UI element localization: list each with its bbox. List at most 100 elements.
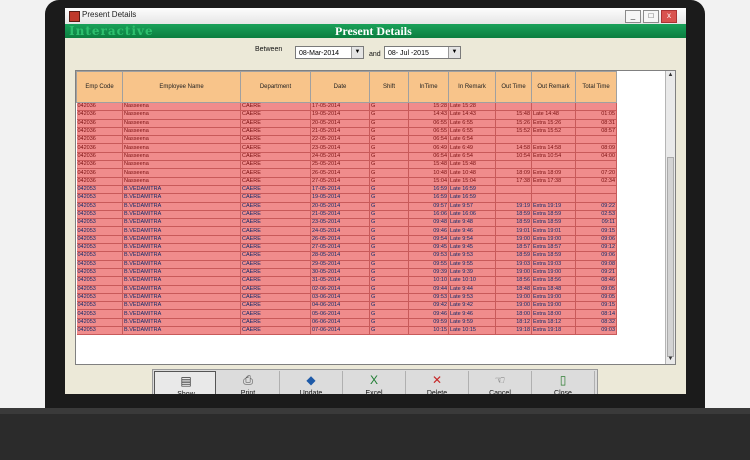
table-row[interactable]: 042053 B.VEDAMITRA CAERE 26-05-2014 G 09:54 La… xyxy=(76,235,617,245)
table-row[interactable]: 042036 Nasseena CAERE 25-05-2014 G 15:48 Late … xyxy=(76,160,617,170)
table-cell: B.VEDAMITRA xyxy=(122,260,241,269)
close-window-button[interactable]: x xyxy=(661,10,677,23)
table-cell: 042053 xyxy=(76,276,123,286)
table-row[interactable]: 042053 B.VEDAMITRA CAERE 20-05-2014 G 09:57 La… xyxy=(76,202,617,211)
table-cell: 15:52 xyxy=(495,127,532,137)
column-header[interactable]: Out Time xyxy=(495,71,532,103)
excel-button[interactable]: X Excel xyxy=(343,371,406,394)
table-cell: 042036 xyxy=(76,160,123,170)
scroll-up-icon[interactable]: ▲ xyxy=(666,71,675,80)
table-cell: 14:58 xyxy=(495,143,532,153)
table-cell: CAERE xyxy=(240,318,311,328)
column-header[interactable]: InTime xyxy=(408,71,449,103)
column-header[interactable]: Shift xyxy=(369,71,409,103)
table-cell: 15:04 xyxy=(408,177,449,186)
chevron-down-icon[interactable]: ▼ xyxy=(448,47,460,58)
table-cell: 042053 xyxy=(76,185,123,195)
table-cell: 06:49 xyxy=(408,143,449,153)
table-cell: Late 9:54 xyxy=(448,235,496,245)
table-row[interactable]: 042053 B.VEDAMITRA CAERE 04-06-2014 G 09:42 La… xyxy=(76,301,617,311)
table-cell xyxy=(495,193,532,203)
show-button[interactable]: ▤ Show xyxy=(154,371,216,394)
table-cell: Extra 18:56 xyxy=(531,276,576,286)
table-cell: Late 9:55 xyxy=(448,260,496,269)
table-row[interactable]: 042036 Nasseena CAERE 24-05-2014 G 06:54 Late … xyxy=(76,152,617,162)
table-row[interactable]: 042053 B.VEDAMITRA CAERE 27-05-2014 G 09:45 La… xyxy=(76,243,617,253)
table-row[interactable]: 042036 Nasseena CAERE 21-05-2014 G 06:55 Late … xyxy=(76,127,617,137)
update-button[interactable]: ◆ Update xyxy=(280,371,343,394)
table-row[interactable]: 042053 B.VEDAMITRA CAERE 28-05-2014 G 09:53 La… xyxy=(76,251,617,261)
table-row[interactable]: 042053 B.VEDAMITRA CAERE 17-05-2014 G 16:59 La… xyxy=(76,185,617,195)
delete-button[interactable]: ✕ Delete xyxy=(406,371,469,394)
column-header[interactable]: Date xyxy=(310,71,370,103)
table-cell: Extra 19:00 xyxy=(531,235,576,245)
table-row[interactable]: 042036 Nasseena CAERE 19-05-2014 G 14:43 Late … xyxy=(76,110,617,120)
from-date-picker[interactable]: 08-Mar-2014 ▼ xyxy=(295,46,364,59)
vertical-scrollbar[interactable]: ▲ ▼ xyxy=(665,71,675,364)
table-row[interactable]: 042036 Nasseena CAERE 20-05-2014 G 06:55 Late … xyxy=(76,119,617,128)
column-header[interactable]: Total Time xyxy=(575,71,617,103)
table-cell: G xyxy=(369,276,409,286)
table-row[interactable]: 042053 B.VEDAMITRA CAERE 21-05-2014 G 16:06 La… xyxy=(76,210,617,220)
table-cell xyxy=(495,102,532,112)
table-cell: Nasseena xyxy=(122,102,241,112)
table-row[interactable]: 042053 B.VEDAMITRA CAERE 19-05-2014 G 16:59 La… xyxy=(76,193,617,203)
table-cell: 09:46 xyxy=(408,309,449,319)
minimize-button[interactable]: _ xyxy=(625,10,641,23)
table-cell: 28-05-2014 xyxy=(310,251,370,261)
table-cell: Nasseena xyxy=(122,160,241,170)
table-cell: CAERE xyxy=(240,251,311,261)
table-row[interactable]: 042036 Nasseena CAERE 27-05-2014 G 15:04 Late … xyxy=(76,177,617,186)
column-header[interactable]: Out Remark xyxy=(531,71,576,103)
table-cell: G xyxy=(369,193,409,203)
column-header[interactable]: In Remark xyxy=(448,71,496,103)
table-cell: CAERE xyxy=(240,202,311,211)
table-cell: 29-05-2014 xyxy=(310,260,370,269)
table-row[interactable]: 042036 Nasseena CAERE 23-05-2014 G 06:49 Late … xyxy=(76,143,617,153)
table-row[interactable]: 042036 Nasseena CAERE 22-05-2014 G 06:54 Late … xyxy=(76,135,617,145)
table-row[interactable]: 042053 B.VEDAMITRA CAERE 07-06-2014 G 10:15 La… xyxy=(76,326,617,336)
table-cell: CAERE xyxy=(240,135,311,145)
table-cell: CAERE xyxy=(240,326,311,336)
table-cell: B.VEDAMITRA xyxy=(122,185,241,195)
cancel-button[interactable]: ☜ Cancel xyxy=(469,371,532,394)
to-date-picker[interactable]: 08- Jul -2015 ▼ xyxy=(384,46,461,59)
print-button[interactable]: ⎙ Print xyxy=(217,371,280,394)
scroll-thumb[interactable] xyxy=(667,157,674,357)
table-cell: 042036 xyxy=(76,152,123,162)
table-row[interactable]: 042053 B.VEDAMITRA CAERE 23-05-2014 G 09:48 La… xyxy=(76,218,617,228)
table-cell: Late 16:59 xyxy=(448,193,496,203)
table-row[interactable]: 042053 B.VEDAMITRA CAERE 30-05-2014 G 09:39 La… xyxy=(76,268,617,278)
table-cell: 19:00 xyxy=(495,301,532,311)
table-cell: 18:57 xyxy=(495,243,532,253)
table-row[interactable]: 042053 B.VEDAMITRA CAERE 06-06-2014 G 09:59 La… xyxy=(76,318,617,328)
table-row[interactable]: 042053 B.VEDAMITRA CAERE 29-05-2014 G 09:55 La… xyxy=(76,260,617,269)
table-row[interactable]: 042053 B.VEDAMITRA CAERE 02-06-2014 G 09:44 La… xyxy=(76,285,617,294)
column-header[interactable]: Department xyxy=(240,71,311,103)
attendance-grid[interactable]: Emp Code Employee Name Department Date Shift… xyxy=(75,70,676,365)
table-cell: B.VEDAMITRA xyxy=(122,251,241,261)
table-cell: CAERE xyxy=(240,218,311,228)
table-cell: 20-05-2014 xyxy=(310,119,370,128)
column-header[interactable]: Emp Code xyxy=(76,71,123,103)
table-row[interactable]: 042053 B.VEDAMITRA CAERE 05-06-2014 G 09:46 La… xyxy=(76,309,617,319)
table-row[interactable]: 042036 Nasseena CAERE 17-05-2014 G 15:28 Late … xyxy=(76,102,617,112)
close-button[interactable]: ▯ Close xyxy=(532,371,595,394)
maximize-button[interactable]: □ xyxy=(643,10,659,23)
table-cell: 15:28 xyxy=(408,102,449,112)
table-cell: 19-05-2014 xyxy=(310,193,370,203)
table-cell: 02:53 xyxy=(575,210,617,220)
table-cell: Extra 19:00 xyxy=(531,301,576,311)
scroll-down-icon[interactable]: ▼ xyxy=(666,355,675,364)
table-row[interactable]: 042053 B.VEDAMITRA CAERE 31-05-2014 G 10:10 La… xyxy=(76,276,617,286)
table-cell: CAERE xyxy=(240,309,311,319)
table-row[interactable]: 042036 Nasseena CAERE 26-05-2014 G 10:48 Late … xyxy=(76,168,617,178)
table-cell: 21-05-2014 xyxy=(310,127,370,137)
button-label: Show xyxy=(155,391,217,394)
table-row[interactable]: 042053 B.VEDAMITRA CAERE 24-05-2014 G 09:46 La… xyxy=(76,226,617,236)
column-header[interactable]: Employee Name xyxy=(122,71,241,103)
chevron-down-icon[interactable]: ▼ xyxy=(351,47,363,58)
table-row[interactable]: 042053 B.VEDAMITRA CAERE 03-06-2014 G 09:53 La… xyxy=(76,293,617,303)
table-cell: 042053 xyxy=(76,193,123,203)
table-header-row: Emp Code Employee Name Department Date Shift… xyxy=(76,71,617,103)
